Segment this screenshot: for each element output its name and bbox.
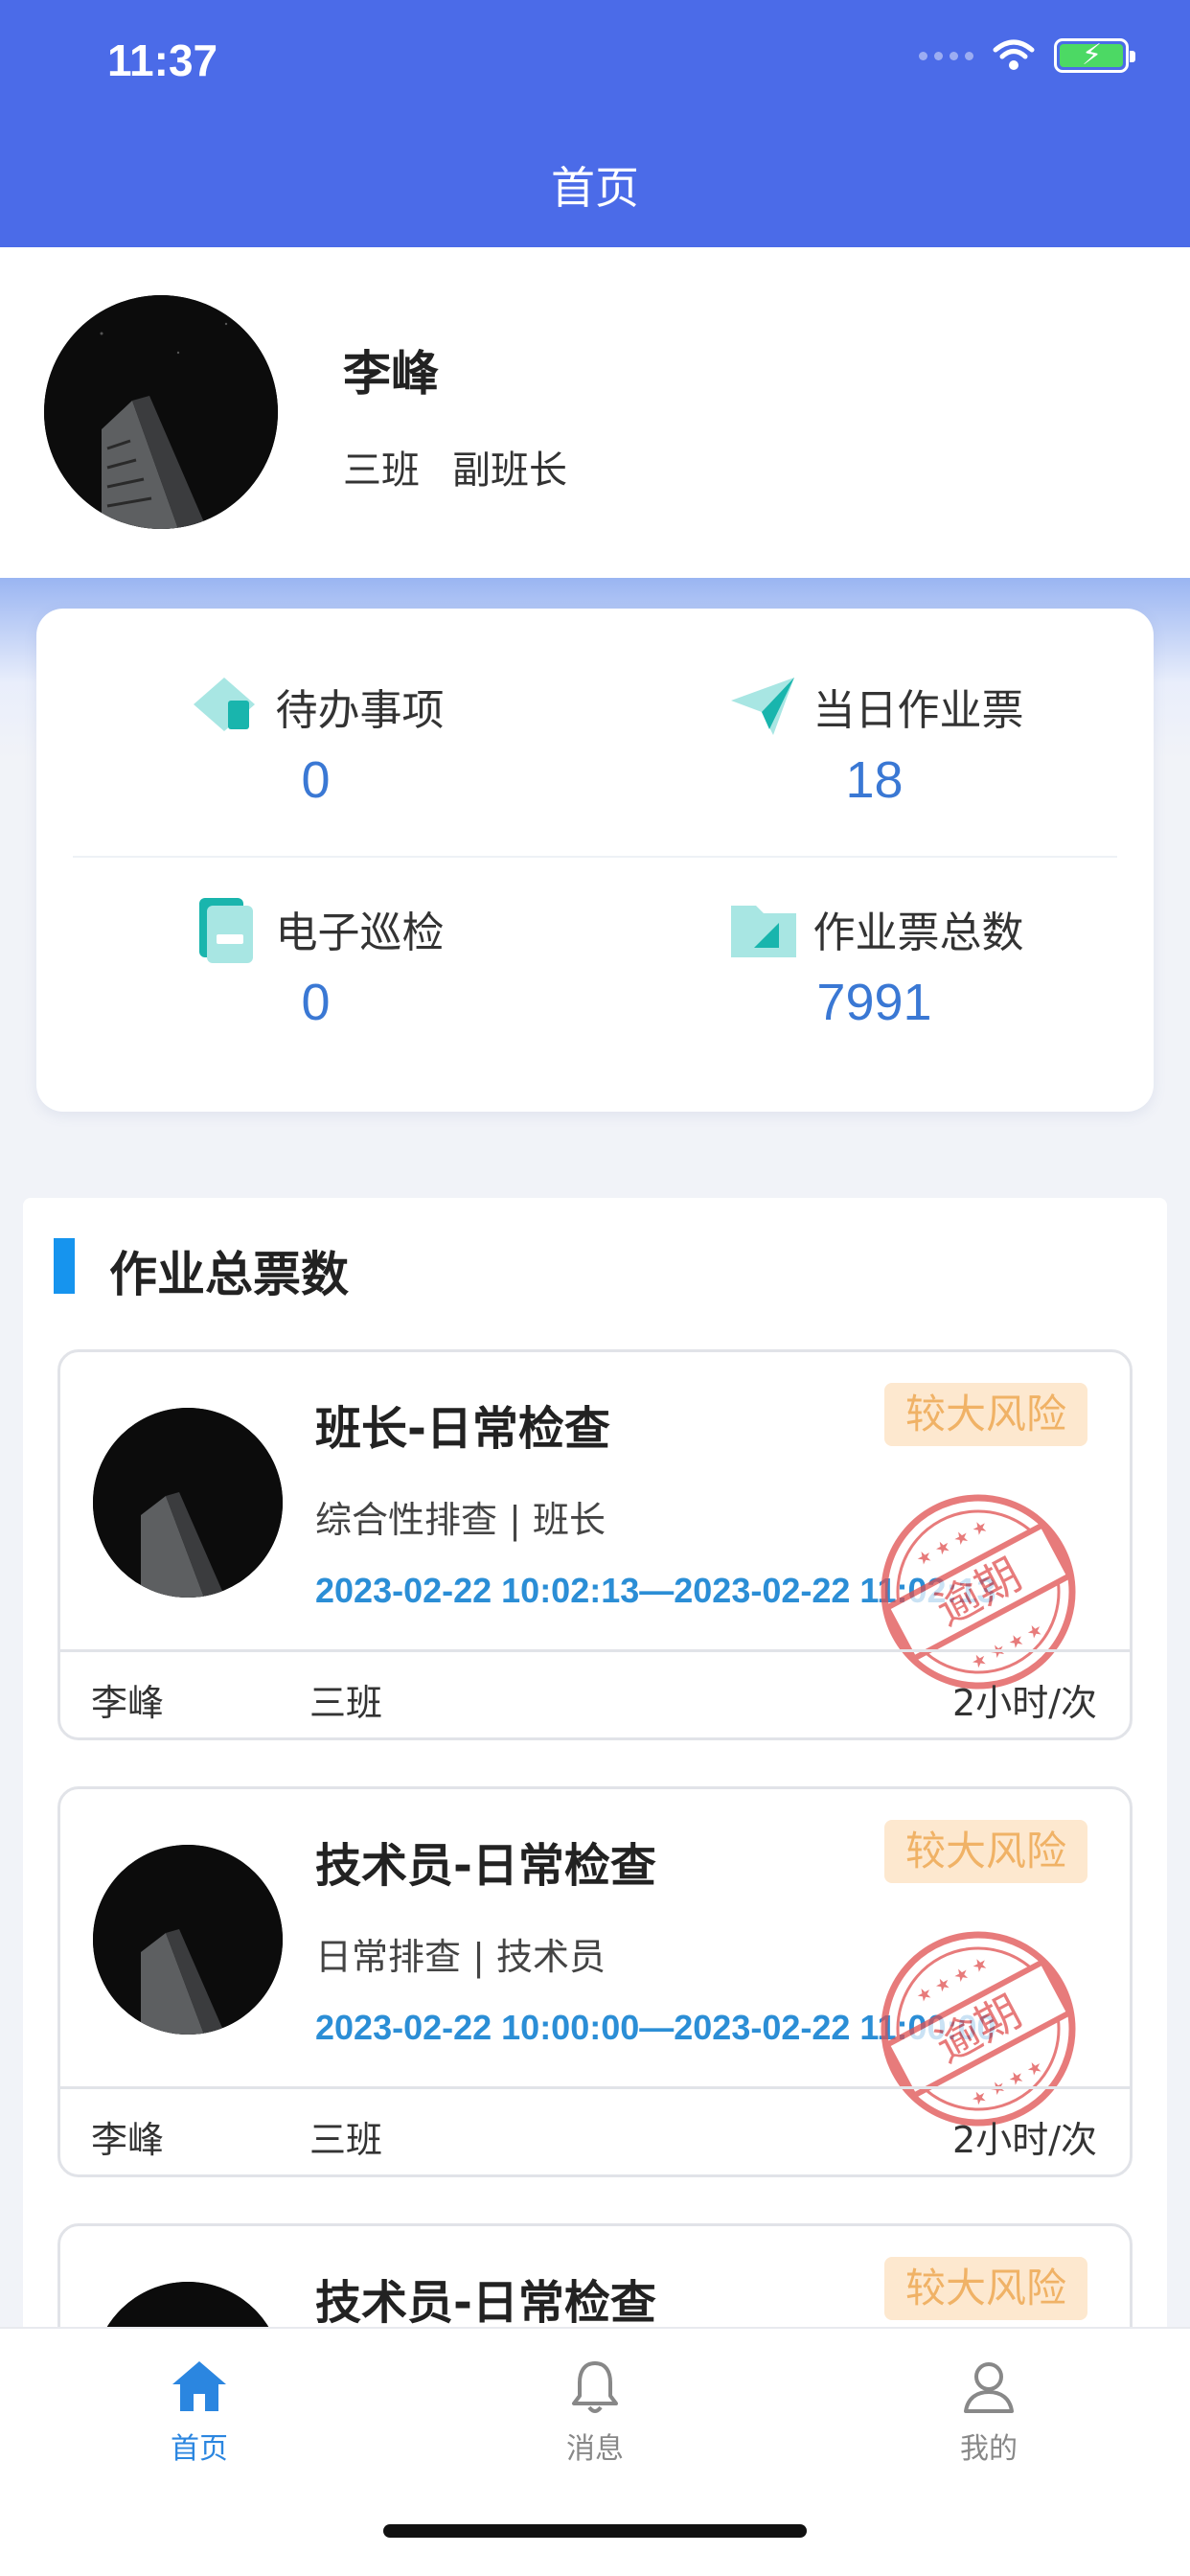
battery-icon: ⚡ — [1054, 38, 1135, 73]
ticket-card[interactable]: 技术员-日常检查 日常排查 | 技术员 2023-02-22 10:00:00—… — [57, 1786, 1133, 2177]
risk-badge: 较大风险 — [884, 1820, 1087, 1883]
risk-badge: 较大风险 — [884, 2257, 1087, 2320]
ticket-time-range: 2023-02-22 10:00:00—2023-02-22 11:00:00 — [315, 2008, 996, 2047]
bell-icon — [572, 2361, 618, 2413]
ticket-title: 班长-日常检查 — [315, 1402, 610, 1456]
svg-text:★ ★ ★ ★: ★ ★ ★ ★ — [913, 1953, 992, 2008]
page-title: 首页 — [551, 162, 639, 214]
stat-value: 7991 — [816, 974, 932, 1031]
ticket-title: 技术员-日常检查 — [315, 1839, 656, 1893]
svg-text:★ ★ ★ ★: ★ ★ ★ ★ — [913, 1516, 992, 1571]
ticket-team: 三班 — [309, 1682, 383, 1724]
stat-value: 18 — [845, 751, 904, 809]
ticket-card[interactable]: 班长-日常检查 综合性排查 | 班长 2023-02-22 10:02:13—2… — [57, 1349, 1133, 1740]
stat-total-tickets[interactable]: 作业票总数 7991 — [595, 831, 1154, 1051]
app-header: 11:37 ⚡ 首页 — [0, 0, 1190, 247]
ticket-frequency: 2小时/次 — [952, 2119, 1097, 2161]
tab-messages[interactable]: 消息 — [509, 2356, 681, 2467]
status-time: 11:37 — [107, 35, 218, 85]
stats-card: 待办事项 0 当日作业票 18 电子巡检 0 作业票总数 7991 — [36, 609, 1154, 1112]
avatar[interactable] — [44, 295, 278, 529]
paper-plane-icon — [730, 678, 794, 735]
profile-panel[interactable]: 李峰 三班 副班长 — [0, 247, 1190, 578]
stat-label: 作业票总数 — [812, 908, 1024, 957]
stat-value: 0 — [301, 751, 331, 809]
stat-inspection[interactable]: 电子巡检 0 — [36, 831, 595, 1051]
user-icon — [964, 2362, 1014, 2413]
section-title: 作业总票数 — [109, 1247, 349, 1302]
inspection-doc-icon — [198, 898, 253, 963]
avatar — [93, 1408, 283, 1598]
tab-bar: 首页 消息 我的 — [0, 2327, 1190, 2576]
stat-today-tickets[interactable]: 当日作业票 18 — [595, 609, 1154, 829]
ticket-person: 李峰 — [91, 1682, 165, 1724]
ticket-subtitle: 综合性排查 | 班长 — [315, 1499, 606, 1541]
home-indicator[interactable] — [383, 2524, 807, 2538]
user-team: 三班 — [343, 448, 420, 493]
tab-me[interactable]: 我的 — [903, 2356, 1075, 2467]
stat-label: 电子巡检 — [275, 908, 445, 957]
user-name: 李峰 — [343, 346, 439, 402]
stat-value: 0 — [301, 974, 331, 1031]
ticket-title: 技术员-日常检查 — [315, 2276, 656, 2330]
ticket-footer: 李峰 三班 2小时/次 — [60, 1649, 1130, 1737]
status-icons: ⚡ — [919, 38, 1135, 73]
ticket-time-range: 2023-02-22 10:02:13—2023-02-22 11:02:13 — [315, 1571, 996, 1610]
signal-icon — [919, 51, 973, 60]
stat-todo[interactable]: 待办事项 0 — [36, 609, 595, 829]
user-role: 三班 副班长 — [343, 439, 567, 494]
ticket-person: 李峰 — [91, 2119, 165, 2161]
stat-label: 待办事项 — [275, 686, 445, 735]
user-position: 副班长 — [452, 448, 567, 493]
todo-icon — [193, 678, 255, 731]
section-accent-bar — [54, 1238, 75, 1294]
wifi-icon — [993, 39, 1035, 70]
tab-home[interactable]: 首页 — [113, 2356, 286, 2467]
folder-icon — [730, 906, 796, 957]
stat-label: 当日作业票 — [812, 686, 1024, 735]
home-icon — [172, 2361, 226, 2411]
ticket-team: 三班 — [309, 2119, 383, 2161]
ticket-subtitle: 日常排查 | 技术员 — [315, 1936, 606, 1978]
ticket-footer: 李峰 三班 2小时/次 — [60, 2086, 1130, 2174]
tab-label: 首页 — [171, 2432, 228, 2466]
ticket-frequency: 2小时/次 — [952, 1682, 1097, 1724]
risk-badge: 较大风险 — [884, 1383, 1087, 1446]
avatar — [93, 1845, 283, 2035]
tab-label: 我的 — [960, 2432, 1018, 2466]
tab-label: 消息 — [566, 2432, 624, 2466]
